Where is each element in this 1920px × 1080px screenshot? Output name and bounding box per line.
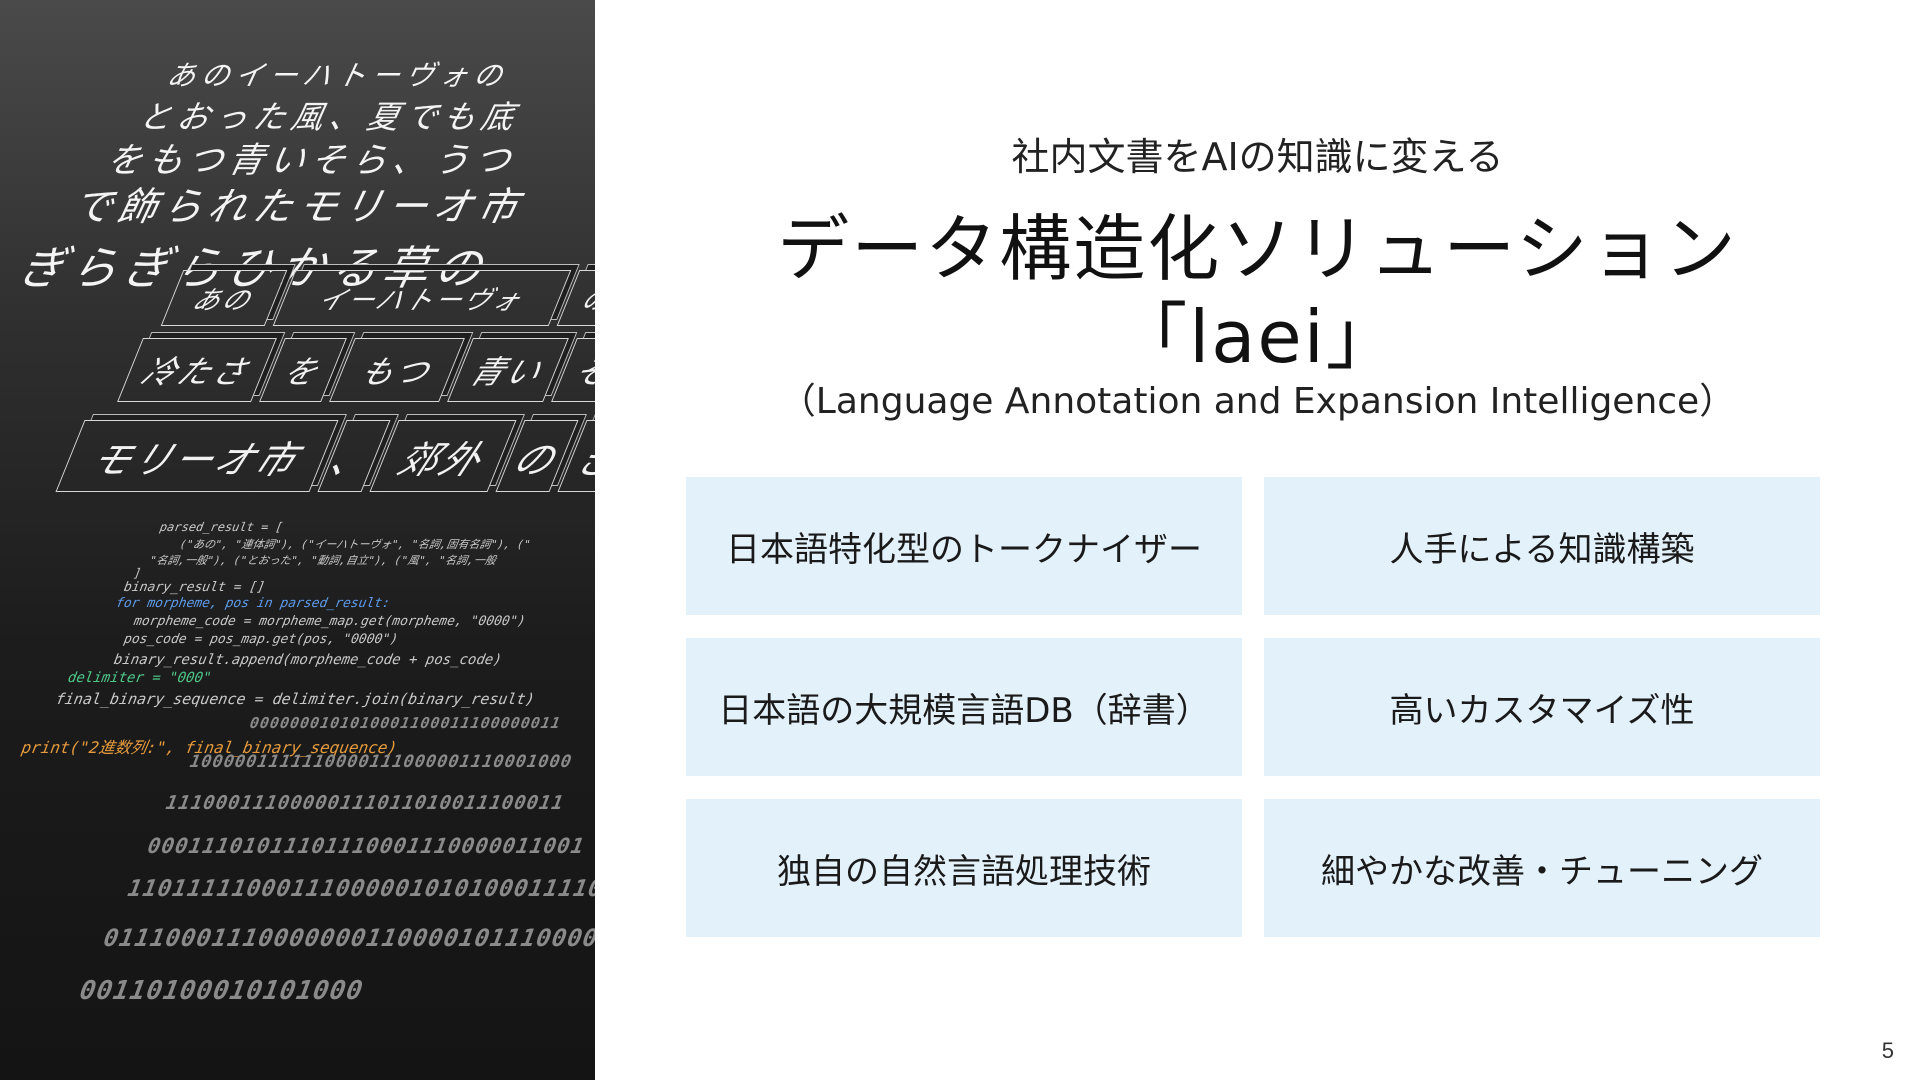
code-line: binary_result = [] xyxy=(122,580,267,595)
binary-line: 00110100010101000 xyxy=(77,976,366,1006)
code-line: binary_result.append(morpheme_code + pos… xyxy=(112,652,504,668)
slide-title: データ構造化ソリューション 「laei」 xyxy=(595,205,1920,381)
code-line: for morpheme, pos in parsed_result: xyxy=(114,596,392,611)
hero-image-panel: あのイーハトーヴォの とおった風、夏でも底 をもつ青いそら、うつ で飾られたモリ… xyxy=(0,0,595,1080)
feature-card-language-db: 日本語の大規模言語DB（辞書） xyxy=(686,638,1242,776)
title-expansion: （Language Annotation and Expansion Intel… xyxy=(779,381,1736,422)
code-line: delimiter = "000" xyxy=(66,670,213,686)
binary-line: 0000000101010001100011100000011 xyxy=(248,714,563,732)
code-line: final_binary_sequence = delimiter.join(b… xyxy=(54,690,537,708)
token-box: 冷たさ xyxy=(117,338,277,402)
feature-card-tuning: 細やかな改善・チューニング xyxy=(1264,799,1820,937)
token-box: 郊外 xyxy=(369,420,517,492)
binary-line: 11100011100000111011010011100011 xyxy=(164,792,566,814)
poem-line-1: あのイーハトーヴォの xyxy=(164,59,512,92)
token-box: イーハトーヴォ xyxy=(272,270,572,326)
poem-line-4: で飾られたモリーオ市 xyxy=(68,185,529,230)
token-row-3: モリーオ市 、 郊外 の ぎ xyxy=(0,420,595,492)
feature-card-manual-knowledge: 人手による知識構築 xyxy=(1264,477,1820,615)
token-box: 青い xyxy=(447,338,569,402)
binary-line: 01110001110000000110000101110000 xyxy=(101,924,595,952)
title-line-2: 「laei」 xyxy=(1115,295,1400,379)
code-line: pos_code = pos_map.get(pos, "0000") xyxy=(122,632,400,647)
code-line: ] xyxy=(132,566,143,580)
slide-subtitle: 社内文書をAIの知識に変える xyxy=(1011,135,1504,179)
token-box: もつ xyxy=(329,338,465,402)
feature-card-tokenizer: 日本語特化型のトークナイザー xyxy=(686,477,1242,615)
binary-line: 11011111000111000001010100011110 xyxy=(125,876,595,902)
code-line: morpheme_code = morpheme_map.get(morphem… xyxy=(132,614,527,629)
feature-card-customizability: 高いカスタマイズ性 xyxy=(1264,638,1820,776)
feature-card-nlp-technology: 独自の自然言語処理技術 xyxy=(686,799,1242,937)
page-number: 5 xyxy=(1881,1038,1894,1063)
binary-line: 1000001111110000111000001110001000 xyxy=(188,752,574,772)
binary-line: 00011101011101110001110000011001 xyxy=(145,834,587,858)
title-line-1: データ構造化ソリューション xyxy=(777,207,1738,291)
token-box: モリーオ市 xyxy=(55,420,339,492)
token-row-1: あの イーハトーヴォ の xyxy=(0,270,595,326)
token-box: あの xyxy=(160,270,288,326)
code-line: "名詞,一般"), ("とおった", "動詞,自立"), ("風", "名詞,一… xyxy=(148,554,498,567)
code-line: parsed_result = [ xyxy=(158,520,285,534)
token-row-2: 冷たさ を もつ 青い そ xyxy=(0,338,595,402)
code-line: ("あの", "連体詞"), ("イーハトーヴォ", "名詞,固有名詞"), (… xyxy=(178,538,532,551)
